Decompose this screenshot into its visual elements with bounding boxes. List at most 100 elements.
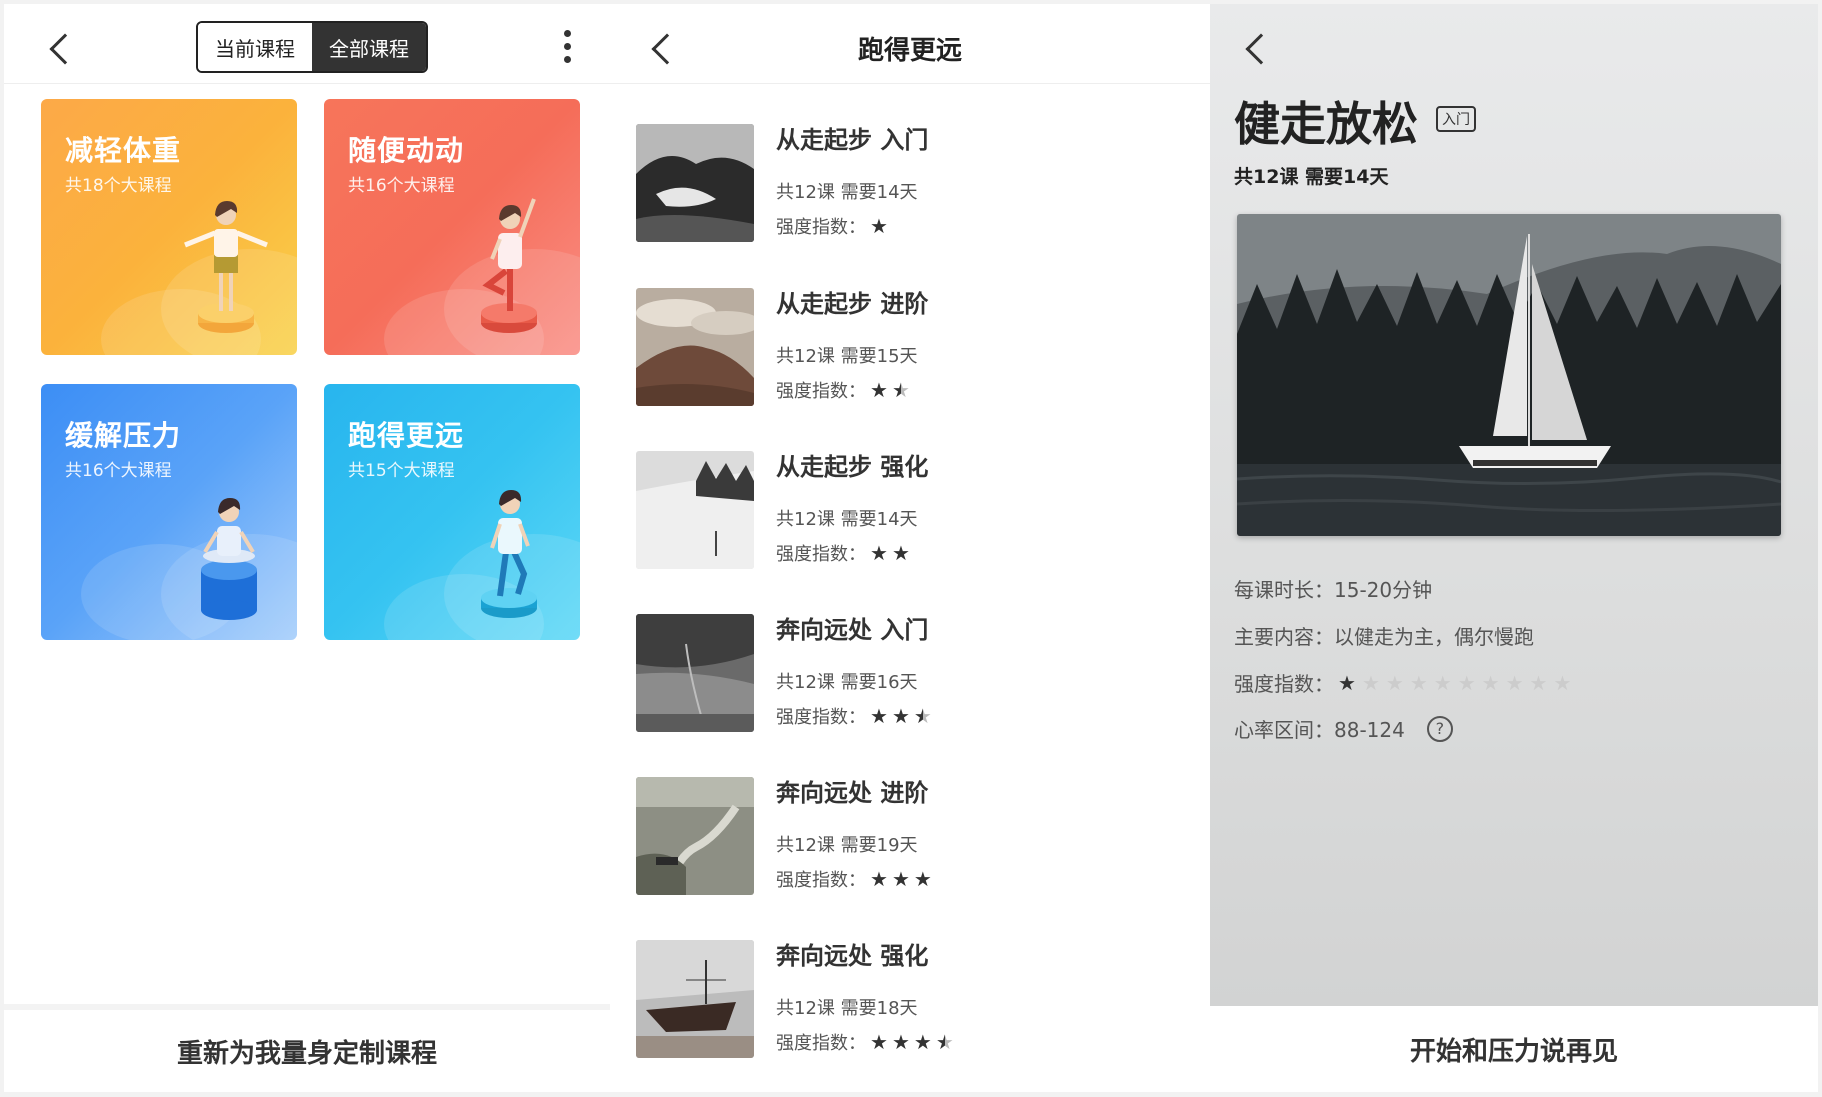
course-intensity: 强度指数： ★ ★ ★ ★ ★ ★ ★ ★ ★ ★ [1234, 668, 1577, 697]
star-full-icon: ★ [870, 1030, 888, 1054]
star-empty-icon: ★ [1553, 670, 1572, 695]
course-intensity: 强度指数： ★ ★ ★ ★ [776, 1029, 958, 1055]
star-full-icon: ★ [913, 867, 932, 891]
star-full-icon: ★ [891, 1030, 910, 1054]
course-meta: 共12课 需要15天 [776, 346, 918, 367]
star-full-icon: ★ [870, 867, 888, 891]
star-empty-icon: ★ [1505, 670, 1524, 695]
course-thumbnail [636, 124, 754, 242]
intensity-label: 强度指数： [776, 1033, 866, 1054]
tab-current-courses[interactable]: 当前课程 [198, 23, 312, 71]
star-full-icon: ★ [870, 704, 888, 728]
course-list-item[interactable]: 奔向远处 入门 共12课 需要16天 强度指数： ★ ★ ★ [636, 610, 1196, 732]
category-card-run-farther[interactable]: 跑得更远 共15个大课程 [324, 384, 580, 640]
course-meta: 共12课 需要16天 [776, 672, 918, 693]
course-list-item[interactable]: 奔向远处 强化 共12课 需要18天 强度指数： ★ ★ ★ ★ [636, 936, 1196, 1058]
star-full-icon: ★ [870, 378, 888, 402]
course-title: 从走起步 入门 [776, 126, 929, 154]
star-full-icon: ★ [870, 541, 888, 565]
start-course-button[interactable]: 开始和压力说再见 [1210, 1006, 1818, 1092]
tab-all-courses[interactable]: 全部课程 [312, 23, 426, 71]
course-list-item[interactable]: 从走起步 强化 共12课 需要14天 强度指数： ★ ★ [636, 447, 1196, 569]
star-empty-icon: ★ [1385, 670, 1404, 695]
course-thumbnail [636, 777, 754, 895]
category-card-lose-weight[interactable]: 减轻体重 共18个大课程 [41, 99, 297, 355]
star-full-icon: ★ [891, 704, 910, 728]
intensity-stars: ★ ★ [870, 380, 914, 400]
star-empty-icon: ★ [1409, 670, 1428, 695]
intensity-label: 强度指数： [776, 544, 866, 565]
intensity-stars: ★ ★ ★ [870, 869, 936, 889]
course-cover-image [1237, 214, 1781, 536]
star-full-icon: ★ [913, 1030, 932, 1054]
course-intensity: 强度指数： ★ [776, 213, 892, 239]
star-empty-icon: ★ [1481, 670, 1500, 695]
lesson-duration: 每课时长：15-20分钟 [1234, 578, 1433, 602]
category-title: 缓解压力 [65, 419, 182, 452]
course-thumbnail [636, 451, 754, 569]
category-card-casual-exercise[interactable]: 随便动动 共16个大课程 [324, 99, 580, 355]
more-options-icon[interactable] [564, 30, 572, 66]
intensity-label: 强度指数： [776, 707, 866, 728]
course-intensity: 强度指数： ★ ★ ★ [776, 703, 936, 729]
top-bar: 当前课程 全部课程 [4, 4, 610, 84]
page-title: 跑得更远 [857, 36, 962, 66]
level-badge: 入门 [1436, 106, 1476, 132]
back-icon[interactable] [49, 33, 81, 65]
intensity-label: 强度指数： [776, 870, 866, 891]
course-list-item[interactable]: 从走起步 进阶 共12课 需要15天 强度指数： ★ ★ [636, 284, 1196, 406]
customize-course-button[interactable]: 重新为我量身定制课程 [4, 1004, 610, 1092]
course-list-screen: 跑得更远 从走起步 入门 共12课 需要14天 强度指数： ★ 从走起步 进阶 … [610, 4, 1210, 1092]
course-thumbnail [636, 288, 754, 406]
course-title: 从走起步 强化 [776, 453, 929, 481]
course-list-item[interactable]: 从走起步 入门 共12课 需要14天 强度指数： ★ [636, 120, 1196, 242]
heart-rate-text: 心率区间：88-124 [1234, 718, 1405, 742]
star-full-icon: ★ [1338, 670, 1356, 695]
person-meditating-illustration [201, 498, 257, 620]
course-title: 从走起步 进阶 [776, 290, 929, 318]
intensity-stars: ★ ★ ★ ★ [870, 1032, 958, 1052]
course-meta: 共12课 需要19天 [776, 835, 918, 856]
help-icon[interactable]: ? [1426, 715, 1453, 742]
star-empty-icon: ★ [1433, 670, 1452, 695]
course-title: 奔向远处 强化 [776, 942, 929, 970]
course-segmented-control: 当前课程 全部课程 [196, 21, 428, 73]
course-subtitle: 共12课 需要14天 [1234, 166, 1389, 188]
course-intensity: 强度指数： ★ ★ [776, 540, 914, 566]
course-thumbnail [636, 614, 754, 732]
star-half-icon: ★ [891, 378, 910, 402]
category-count: 共18个大课程 [65, 176, 172, 196]
course-thumbnail [636, 940, 754, 1058]
category-count: 共15个大课程 [348, 461, 455, 481]
intensity-stars: ★ ★ ★ [870, 706, 936, 726]
course-title: 健走放松 [1234, 97, 1418, 151]
course-intensity: 强度指数： ★ ★ [776, 377, 914, 403]
all-courses-screen: 当前课程 全部课程 减轻体重 共18个大课程 随便动动 共16个大课程 缓解压力… [4, 4, 610, 1092]
course-list-item[interactable]: 奔向远处 进阶 共12课 需要19天 强度指数： ★ ★ ★ [636, 773, 1196, 895]
course-meta: 共12课 需要14天 [776, 509, 918, 530]
course-title: 奔向远处 入门 [776, 616, 929, 644]
intensity-stars: ★ ★ [870, 543, 914, 563]
course-intensity: 强度指数： ★ ★ ★ [776, 866, 936, 892]
star-full-icon: ★ [891, 867, 910, 891]
detail-content: 健走放松 入门 共12课 需要14天 每课时长：15-20分钟 主要内容：以健走… [1210, 4, 1818, 1006]
intensity-stars: ★ [870, 216, 892, 236]
star-full-icon: ★ [870, 214, 888, 238]
course-content: 主要内容：以健走为主，偶尔慢跑 [1234, 625, 1534, 649]
star-empty-icon: ★ [1529, 670, 1548, 695]
course-meta: 共12课 需要14天 [776, 182, 918, 203]
back-icon[interactable] [1245, 33, 1277, 65]
category-card-relieve-stress[interactable]: 缓解压力 共16个大课程 [41, 384, 297, 640]
top-bar: 跑得更远 [610, 4, 1210, 84]
category-count: 共16个大课程 [65, 461, 172, 481]
star-half-icon: ★ [913, 704, 932, 728]
intensity-stars: ★ ★ ★ ★ ★ ★ ★ ★ ★ ★ [1338, 673, 1577, 693]
course-title: 奔向远处 进阶 [776, 779, 929, 807]
person-walking-illustration [481, 490, 537, 618]
course-meta: 共12课 需要18天 [776, 998, 918, 1019]
star-full-icon: ★ [891, 541, 910, 565]
star-half-icon: ★ [935, 1030, 954, 1054]
category-title: 跑得更远 [348, 419, 465, 452]
category-title: 减轻体重 [65, 134, 182, 167]
category-title: 随便动动 [348, 134, 465, 167]
